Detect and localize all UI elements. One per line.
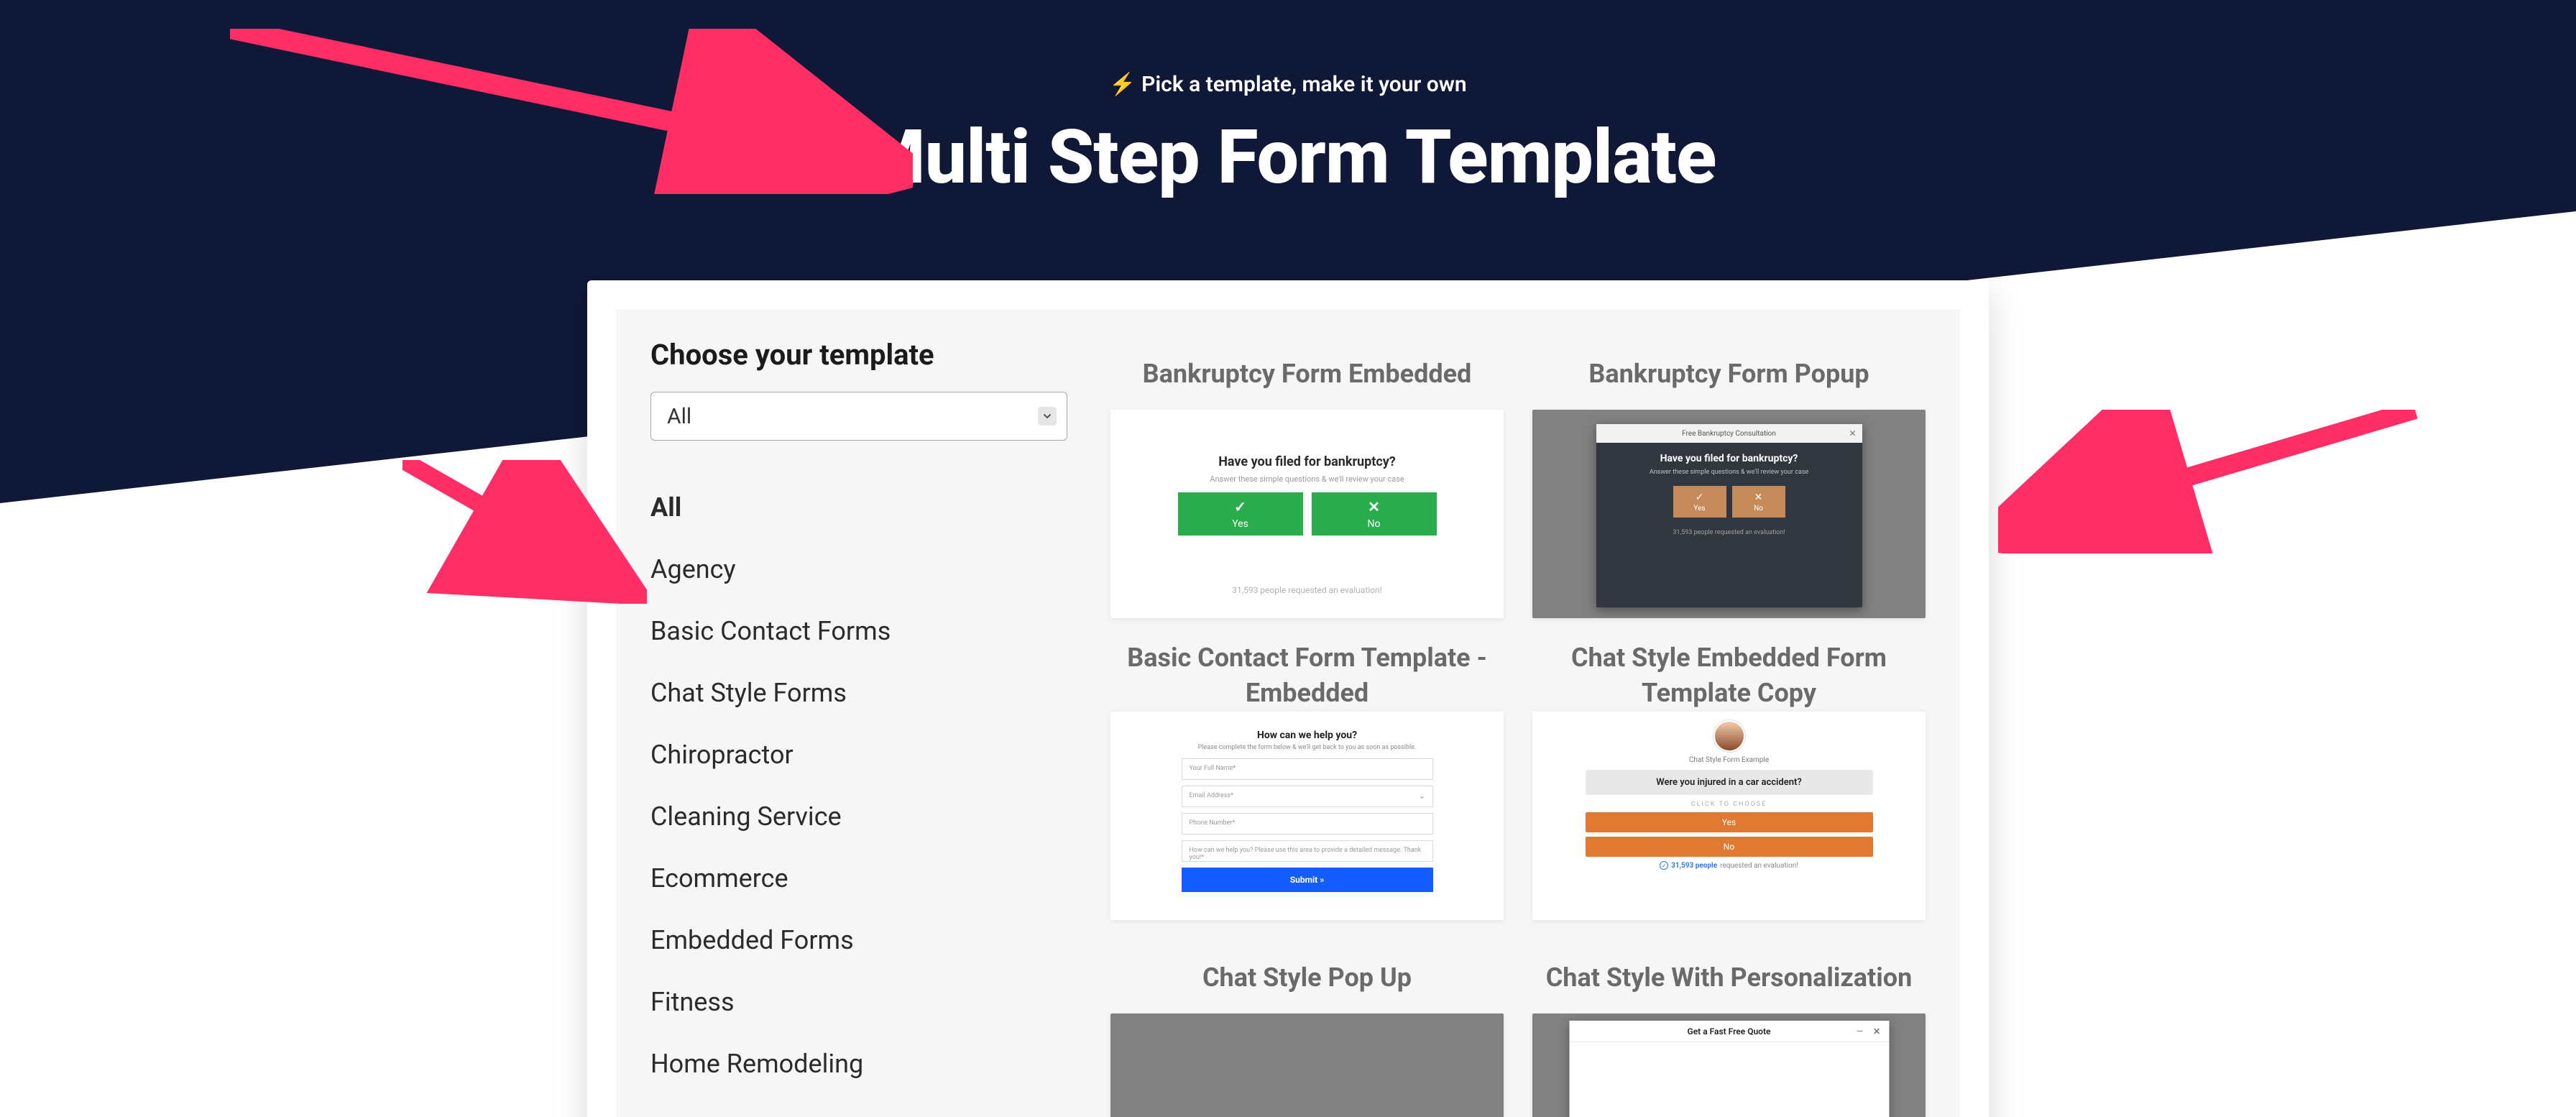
template-title: Chat Style Embedded Form Template Copy bbox=[1532, 640, 1926, 712]
thumb-no-button: No bbox=[1586, 837, 1873, 857]
close-icon: ✕ bbox=[1849, 428, 1856, 438]
thumb-modal: Free Bankruptcy Consultation ✕ Have you … bbox=[1596, 424, 1862, 607]
category-item-home-remodeling[interactable]: Home Remodeling bbox=[650, 1033, 1067, 1095]
category-select[interactable]: All bbox=[650, 392, 1067, 441]
template-title: Basic Contact Form Template - Embedded bbox=[1110, 640, 1504, 712]
modal-title: Get a Fast Free Quote bbox=[1688, 1026, 1771, 1036]
thumb-bubble: Were you injured in a car accident? bbox=[1586, 770, 1873, 795]
check-circle-icon: ✓ bbox=[1660, 861, 1668, 870]
minimize-icon: — bbox=[1857, 1026, 1863, 1036]
category-item-all[interactable]: All bbox=[650, 477, 1067, 538]
template-card: Bankruptcy Form Popup Free Bankruptcy Co… bbox=[1532, 338, 1926, 618]
thumb-yes-button: Yes bbox=[1586, 812, 1873, 832]
template-card: Chat Style With Personalization Get a Fa… bbox=[1532, 942, 1926, 1117]
thumb-yes-button: ✓ Yes bbox=[1673, 486, 1726, 518]
template-thumbnail-basic-contact-form[interactable]: How can we help you? Please complete the… bbox=[1110, 712, 1504, 920]
main-card: Choose your template All All Agency Basi… bbox=[587, 280, 1989, 1117]
template-title: Chat Style With Personalization bbox=[1539, 942, 1920, 1013]
close-icon: ✕ bbox=[1754, 492, 1763, 503]
template-thumbnail-bankruptcy-embedded[interactable]: Have you filed for bankruptcy? Answer th… bbox=[1110, 410, 1504, 618]
chevron-down-icon bbox=[1038, 407, 1057, 426]
category-item-fitness[interactable]: Fitness bbox=[650, 971, 1067, 1033]
category-item-embedded-forms[interactable]: Embedded Forms bbox=[650, 909, 1067, 971]
category-item-chiropractor[interactable]: Chiropractor bbox=[650, 724, 1067, 786]
template-thumbnail-bankruptcy-popup[interactable]: Free Bankruptcy Consultation ✕ Have you … bbox=[1532, 410, 1926, 618]
thumb-subtitle: Answer these simple questions & we'll re… bbox=[1110, 474, 1504, 484]
thumb-result-line: ✓ 31,593 people requested an evaluation! bbox=[1586, 861, 1873, 870]
close-icon: ✕ bbox=[1873, 1026, 1880, 1036]
chevron-down-icon: ⌄ bbox=[1419, 793, 1425, 801]
thumb-footer: 31,593 people requested an evaluation! bbox=[1596, 529, 1862, 536]
template-card: Chat Style Embedded Form Template Copy C… bbox=[1532, 640, 1926, 920]
category-list: All Agency Basic Contact Forms Chat Styl… bbox=[650, 477, 1067, 1095]
annotation-arrow-icon bbox=[1998, 410, 2429, 553]
check-icon: ✓ bbox=[1234, 498, 1246, 515]
template-title: Chat Style Pop Up bbox=[1195, 942, 1419, 1013]
template-card: Basic Contact Form Template - Embedded H… bbox=[1110, 640, 1504, 920]
thumb-field-email: Email Address* ⌄ bbox=[1182, 786, 1433, 807]
template-title: Bankruptcy Form Embedded bbox=[1136, 338, 1479, 410]
template-card: Bankruptcy Form Embedded Have you filed … bbox=[1110, 338, 1504, 618]
thumb-modal: Get a Fast Free Quote — ✕ bbox=[1569, 1021, 1889, 1117]
category-select-value: All bbox=[667, 404, 691, 429]
template-thumbnail-chat-popup[interactable]: Free Case Evaluation ✕ bbox=[1110, 1013, 1504, 1117]
hero-subtitle: ⚡ Pick a template, make it your own bbox=[0, 72, 2576, 97]
category-item-basic-contact-forms[interactable]: Basic Contact Forms bbox=[650, 600, 1067, 662]
modal-title: Free Bankruptcy Consultation bbox=[1682, 430, 1776, 438]
template-title: Bankruptcy Form Popup bbox=[1581, 338, 1876, 410]
thumb-field-name: Your Full Name* bbox=[1182, 758, 1433, 780]
thumb-field-msg: How can we help you? Please use this are… bbox=[1182, 840, 1433, 862]
close-icon: ✕ bbox=[1368, 498, 1380, 515]
template-thumbnail-chat-personalization[interactable]: Get a Fast Free Quote — ✕ bbox=[1532, 1013, 1926, 1117]
template-card: Chat Style Pop Up Free Case Evaluation ✕ bbox=[1110, 942, 1504, 1117]
thumb-question: Have you filed for bankruptcy? bbox=[1110, 454, 1504, 469]
category-item-ecommerce[interactable]: Ecommerce bbox=[650, 847, 1067, 909]
sidebar-heading: Choose your template bbox=[650, 338, 1067, 372]
category-item-cleaning-service[interactable]: Cleaning Service bbox=[650, 786, 1067, 847]
check-icon: ✓ bbox=[1696, 492, 1704, 503]
thumb-caption: Chat Style Form Example bbox=[1586, 756, 1873, 764]
thumb-question: Have you filed for bankruptcy? bbox=[1596, 453, 1862, 464]
thumb-submit-button: Submit » bbox=[1182, 868, 1433, 892]
sidebar: Choose your template All All Agency Basi… bbox=[650, 338, 1067, 1117]
avatar bbox=[1714, 720, 1745, 752]
thumb-heading: How can we help you? bbox=[1182, 730, 1433, 741]
category-item-agency[interactable]: Agency bbox=[650, 538, 1067, 600]
thumb-footer: 31,593 people requested an evaluation! bbox=[1110, 585, 1504, 595]
thumb-field-phone: Phone Number* bbox=[1182, 813, 1433, 835]
page-title: Multi Step Form Template bbox=[0, 119, 2576, 197]
thumb-instruction: CLICK TO CHOOSE bbox=[1586, 801, 1873, 808]
thumb-subtitle: Answer these simple questions & we'll re… bbox=[1596, 469, 1862, 476]
thumb-sub: Please complete the form below & we'll g… bbox=[1182, 744, 1433, 751]
thumb-yes-button: ✓ Yes bbox=[1178, 492, 1303, 535]
template-thumbnail-chat-embedded[interactable]: Chat Style Form Example Were you injured… bbox=[1532, 712, 1926, 920]
thumb-no-button: ✕ No bbox=[1732, 486, 1785, 518]
category-item-chat-style-forms[interactable]: Chat Style Forms bbox=[650, 662, 1067, 724]
templates-grid: Bankruptcy Form Embedded Have you filed … bbox=[1110, 338, 1926, 1117]
thumb-no-button: ✕ No bbox=[1312, 492, 1437, 535]
